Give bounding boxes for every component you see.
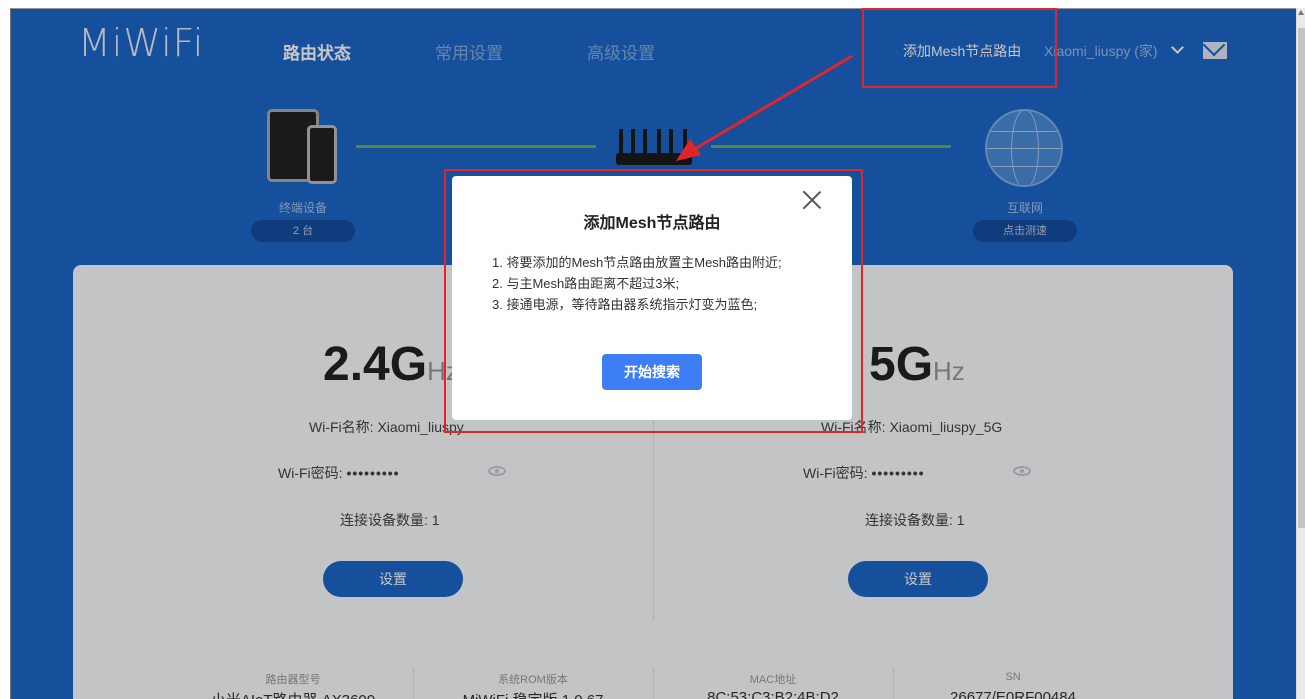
annotation-arrow bbox=[676, 54, 853, 161]
